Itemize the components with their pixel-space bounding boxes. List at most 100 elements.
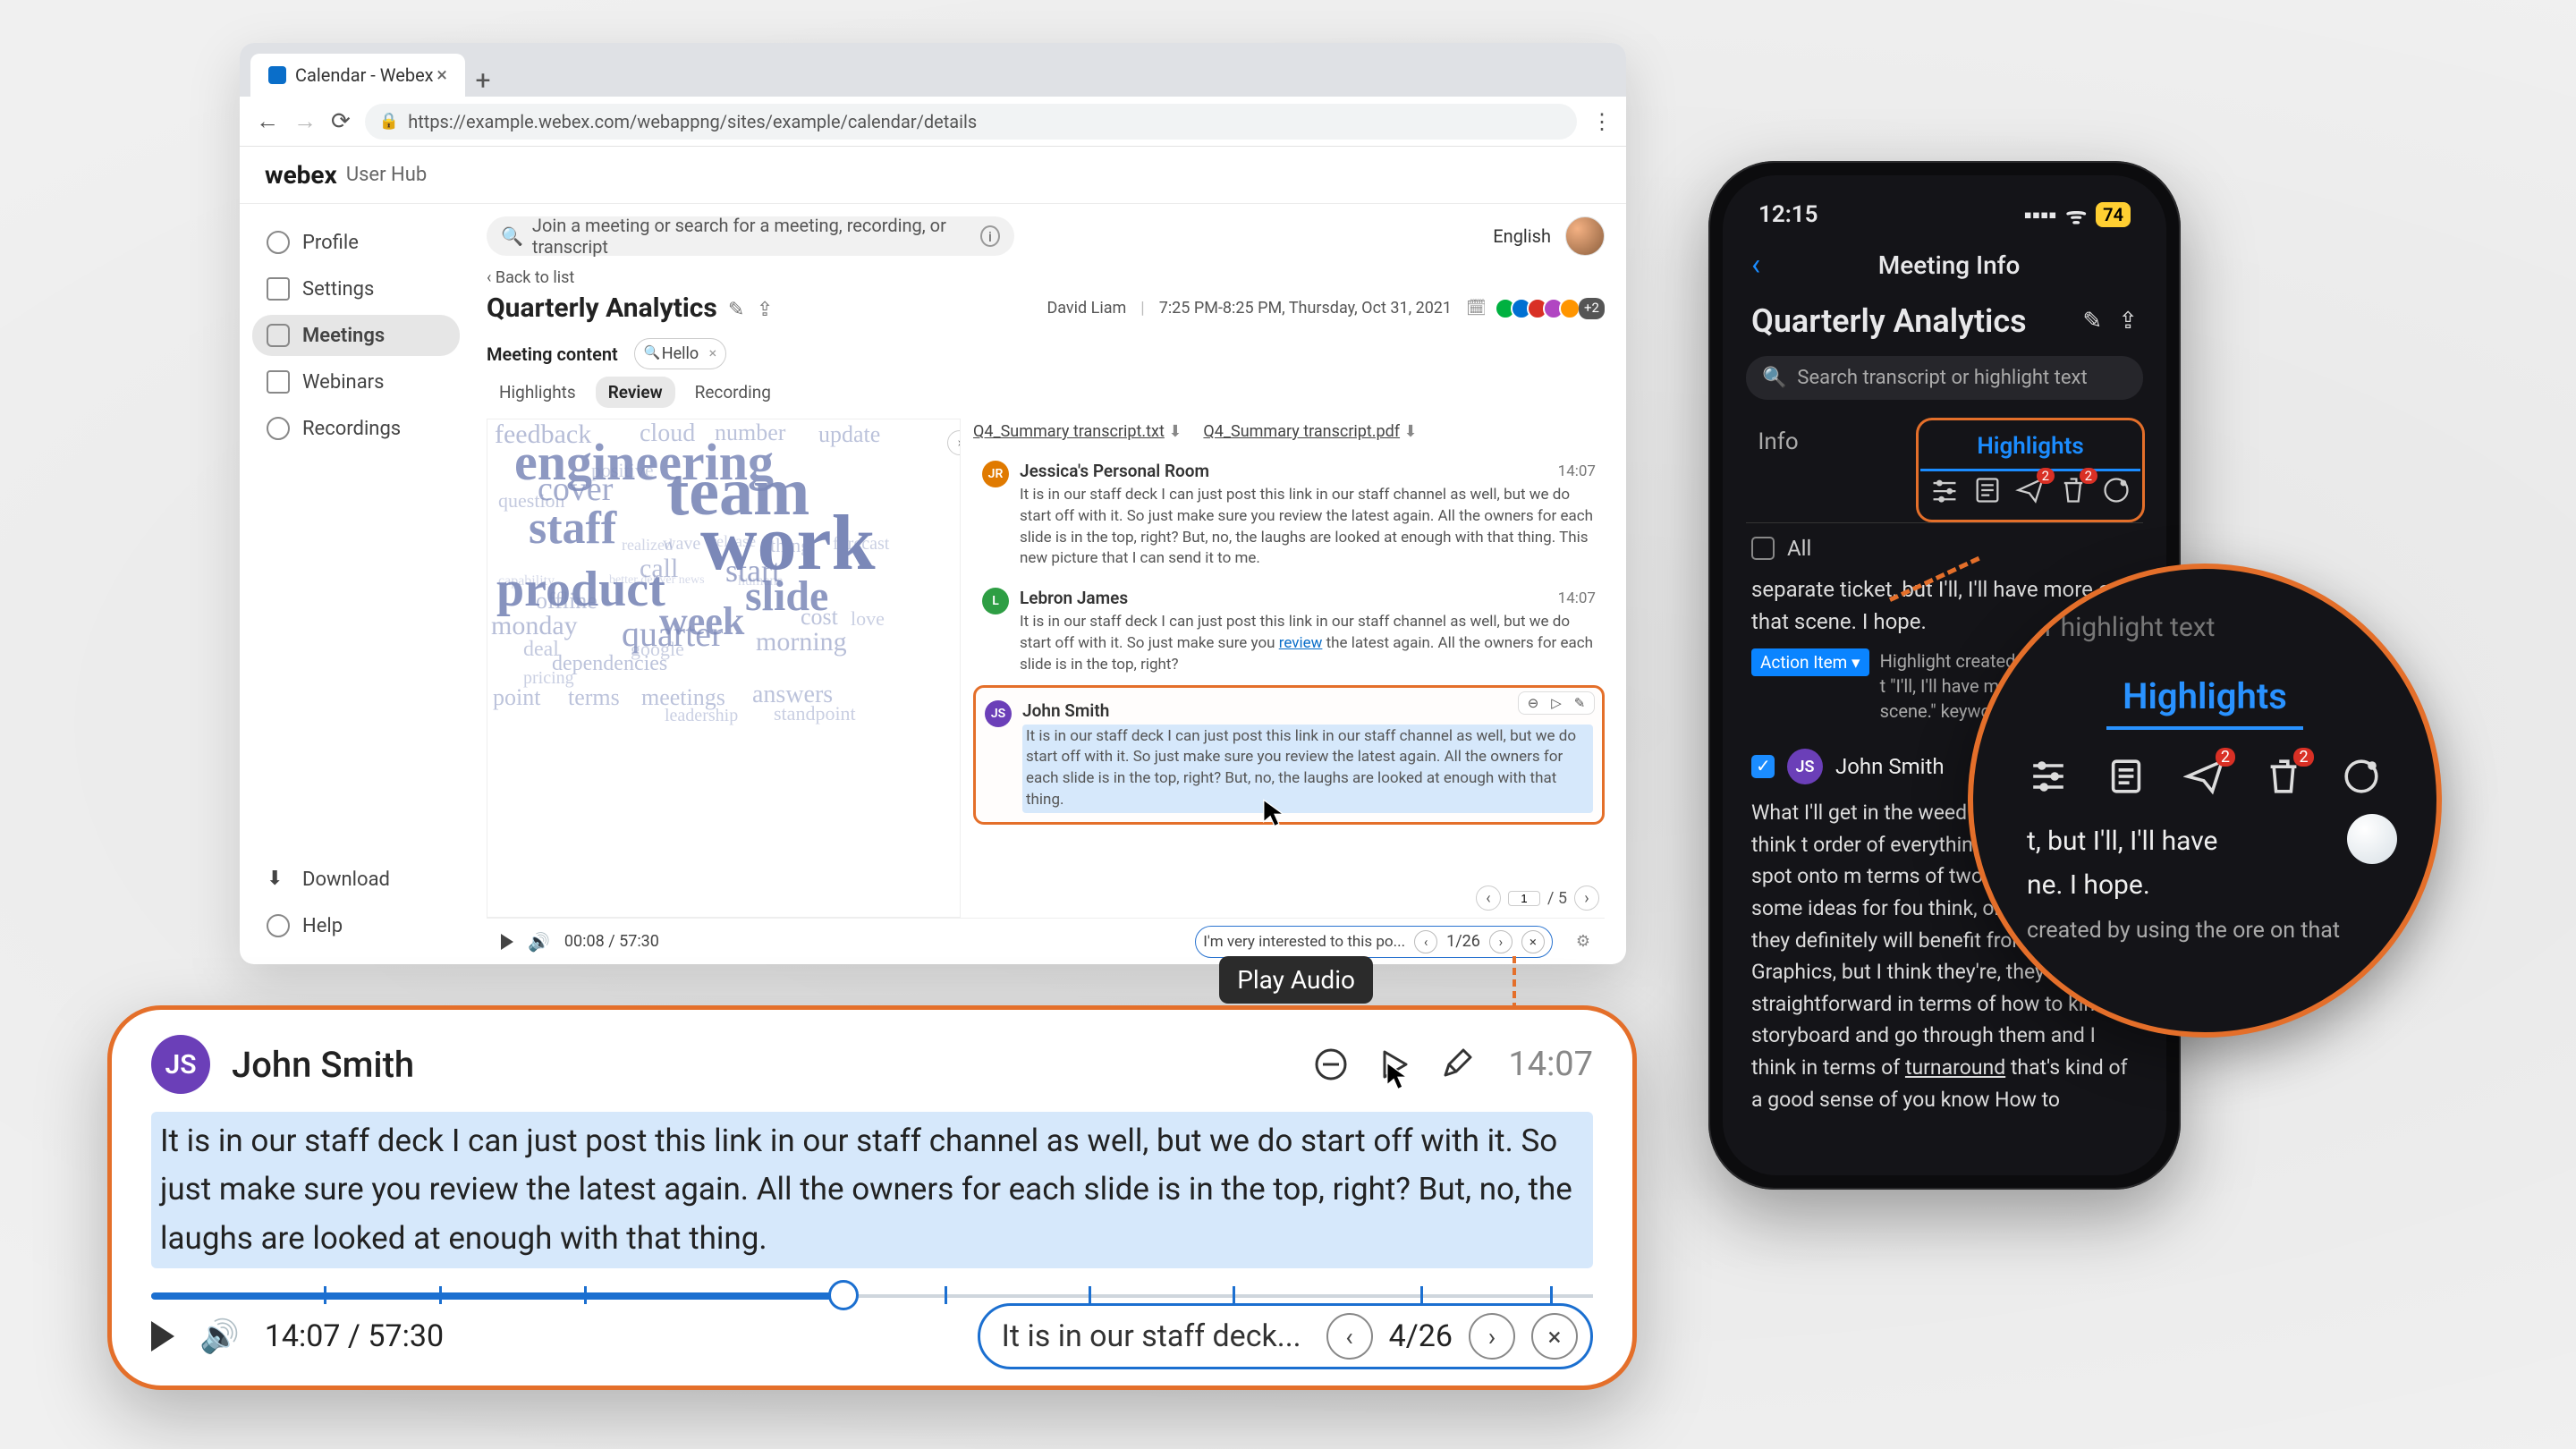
play-audio-icon[interactable] xyxy=(1374,1045,1413,1084)
word-cloud-term[interactable]: morning xyxy=(756,627,847,657)
attachment-link[interactable]: Q4_Summary transcript.pdf xyxy=(1203,422,1400,441)
word-cloud-term[interactable]: wave xyxy=(663,534,700,555)
word-cloud-term[interactable]: leadership xyxy=(665,706,738,726)
attachment-link[interactable]: Q4_Summary transcript.txt xyxy=(973,422,1165,441)
play-audio-icon[interactable]: ▷ xyxy=(1547,694,1565,712)
player-search-next-icon[interactable]: › xyxy=(1489,930,1513,953)
player-search-prev-icon[interactable]: ‹ xyxy=(1414,930,1437,953)
url-bar[interactable]: 🔒 https://example.webex.com/webappng/sit… xyxy=(365,104,1577,140)
phone-search[interactable]: 🔍 Search transcript or highlight text xyxy=(1746,356,2143,400)
sidebar-item-recordings[interactable]: Recordings xyxy=(252,408,460,449)
record-icon[interactable] xyxy=(2101,475,2131,505)
play-button[interactable] xyxy=(151,1321,174,1352)
word-cloud-term[interactable]: update xyxy=(818,421,880,448)
user-avatar[interactable] xyxy=(1565,216,1605,256)
new-tab-button[interactable]: + xyxy=(465,65,501,97)
word-cloud-term[interactable]: number xyxy=(715,419,785,446)
content-filter-chip[interactable]: Hello × xyxy=(634,338,726,369)
tab-info[interactable]: Info xyxy=(1746,419,1810,522)
edit-title-icon[interactable]: ✎ xyxy=(728,299,748,318)
edit-highlight-icon[interactable] xyxy=(1436,1045,1476,1084)
nav-back-icon[interactable]: ← xyxy=(256,107,279,135)
transcript-message-highlighted[interactable]: ⊖ ▷ ✎ JS John Smith14:07 It is in our st… xyxy=(973,685,1605,825)
close-tab-icon[interactable]: × xyxy=(436,64,447,87)
nav-reload-icon[interactable]: ⟳ xyxy=(331,108,351,135)
zoom-search-prev-icon[interactable]: ‹ xyxy=(1326,1313,1373,1360)
note-icon[interactable] xyxy=(1972,475,2003,505)
share-title-icon[interactable]: ⇪ xyxy=(757,299,776,318)
transcript-message[interactable]: L Lebron James14:07 It is in our staff d… xyxy=(973,579,1605,684)
nav-forward-icon[interactable]: → xyxy=(293,107,317,135)
download-icon[interactable]: ⬇ xyxy=(1168,422,1182,441)
word-cloud-term[interactable]: feedback xyxy=(495,419,591,450)
language-selector[interactable]: English xyxy=(1493,225,1551,247)
action-item-chip[interactable]: Action Item ▾ xyxy=(1751,648,1869,676)
tab-recording[interactable]: Recording xyxy=(682,377,784,408)
zoom-search-next-icon[interactable]: › xyxy=(1469,1313,1515,1360)
filter-sliders-icon[interactable] xyxy=(2027,755,2070,798)
word-cloud-term[interactable]: point xyxy=(493,684,540,711)
clear-filter-icon[interactable]: × xyxy=(709,344,717,361)
word-cloud-term[interactable]: capability xyxy=(498,573,555,589)
browser-tab[interactable]: Calendar - Webex × xyxy=(250,54,465,97)
zoom-search-close-icon[interactable]: × xyxy=(1531,1313,1578,1360)
volume-icon[interactable]: 🔊 xyxy=(528,931,550,953)
volume-icon[interactable]: 🔊 xyxy=(199,1318,240,1355)
sidebar-item-download[interactable]: ⬇ Download xyxy=(252,859,460,900)
mag-highlights-tab[interactable]: Highlights xyxy=(2106,670,2303,730)
word-cloud-term[interactable]: positive xyxy=(591,459,654,482)
sidebar-item-meetings[interactable]: Meetings xyxy=(252,315,460,356)
phone-all-row[interactable]: All xyxy=(1746,523,2143,573)
word-cloud-term[interactable]: terms xyxy=(568,684,620,711)
word-cloud-term[interactable]: better deliver news xyxy=(609,573,705,588)
back-icon[interactable]: ‹ xyxy=(1751,247,1760,283)
zoom-timeline[interactable] xyxy=(151,1286,1593,1289)
back-to-list-link[interactable]: ‹ Back to list xyxy=(487,268,1605,287)
sidebar-item-settings[interactable]: Settings xyxy=(252,268,460,309)
send-icon[interactable]: 2 xyxy=(2015,475,2046,505)
checkbox[interactable] xyxy=(1751,537,1775,560)
sidebar-item-profile[interactable]: Profile xyxy=(252,222,460,263)
tab-highlights[interactable]: Highlights xyxy=(487,377,589,408)
sidebar-item-help[interactable]: Help xyxy=(252,905,460,946)
global-search[interactable]: 🔍 Join a meeting or search for a meeting… xyxy=(487,216,1014,256)
calendar-icon[interactable]: 🗓 xyxy=(1466,299,1486,318)
tab-review[interactable]: Review xyxy=(596,377,675,408)
remove-highlight-icon[interactable]: ⊖ xyxy=(1524,694,1542,712)
expand-cloud-icon[interactable]: › xyxy=(947,430,961,455)
trash-icon[interactable]: 2 xyxy=(2058,475,2089,505)
word-cloud-term[interactable]: thing xyxy=(770,534,810,557)
tab-highlights[interactable]: Highlights xyxy=(1920,424,2140,471)
pager-next-icon[interactable]: › xyxy=(1574,886,1599,911)
edit-icon[interactable]: ✎ xyxy=(2082,308,2102,335)
download-icon[interactable]: ⬇ xyxy=(1404,422,1418,441)
sidebar-item-webinars[interactable]: Webinars xyxy=(252,361,460,402)
word-cloud-term[interactable]: standpoint xyxy=(774,702,856,725)
browser-menu-icon[interactable]: ⋮ xyxy=(1591,109,1610,134)
word-cloud-term[interactable]: humana xyxy=(738,573,784,589)
info-icon[interactable]: i xyxy=(980,225,1000,247)
checkbox-checked[interactable] xyxy=(1751,755,1775,778)
word-cloud-term[interactable]: release xyxy=(711,532,756,551)
word-cloud-term[interactable]: monday xyxy=(491,611,578,641)
edit-highlight-icon[interactable]: ✎ xyxy=(1571,694,1589,712)
timeline-thumb[interactable] xyxy=(828,1280,859,1310)
word-cloud-term[interactable]: cloud xyxy=(640,419,695,448)
remove-highlight-icon[interactable] xyxy=(1311,1045,1351,1084)
note-icon[interactable] xyxy=(2105,755,2148,798)
player-search-close-icon[interactable]: × xyxy=(1521,930,1545,953)
pager-prev-icon[interactable]: ‹ xyxy=(1476,886,1501,911)
share-icon[interactable]: ⇪ xyxy=(2118,308,2138,335)
pager-page-input[interactable] xyxy=(1508,891,1540,906)
word-cloud-term[interactable]: forecast xyxy=(833,534,889,555)
participants[interactable]: +2 xyxy=(1500,298,1605,319)
drag-handle-icon[interactable] xyxy=(2347,814,2397,864)
send-icon[interactable]: 2 xyxy=(2183,755,2226,798)
word-cloud-term[interactable]: question xyxy=(498,489,565,513)
word-cloud-term[interactable]: love xyxy=(851,607,885,631)
play-button[interactable] xyxy=(501,934,513,950)
filter-sliders-icon[interactable] xyxy=(1929,475,1960,505)
transcript-message[interactable]: JR Jessica's Personal Room14:07 It is in… xyxy=(973,452,1605,579)
trash-icon[interactable]: 2 xyxy=(2262,755,2305,798)
record-icon[interactable] xyxy=(2340,755,2383,798)
